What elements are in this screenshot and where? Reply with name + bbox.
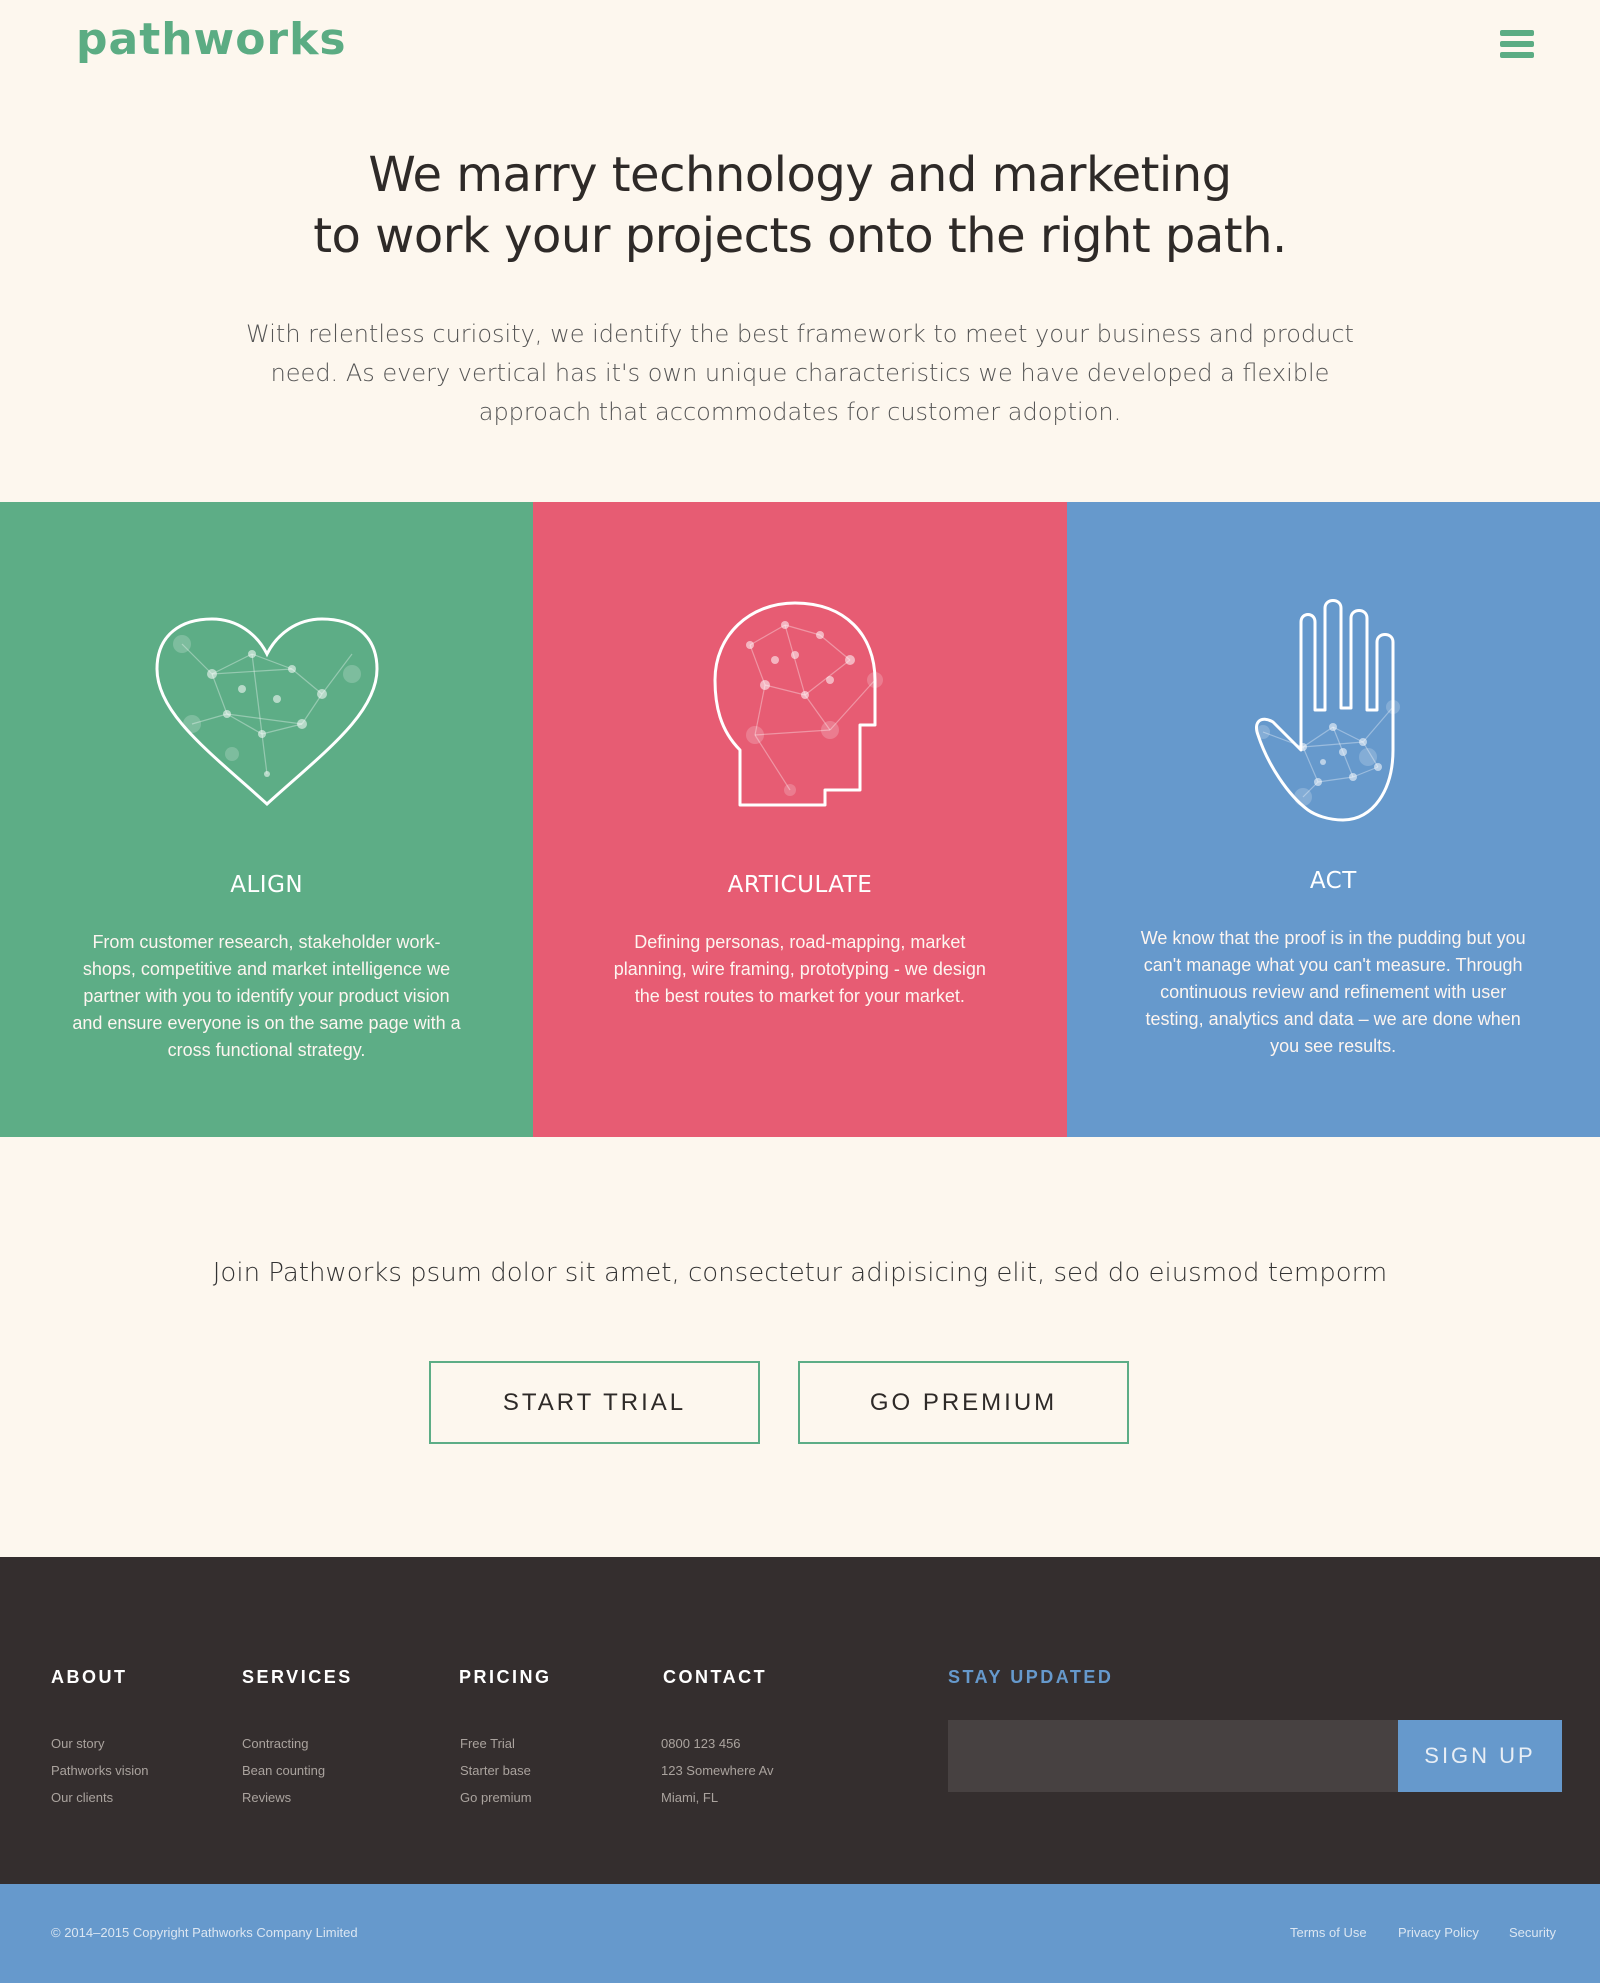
cta-text: Join Pathworks psum dolor sit amet, cons… [212,1258,1388,1288]
signup-button[interactable]: SIGN UP [1398,1720,1562,1792]
hamburger-menu-icon[interactable] [1500,30,1534,58]
hero-subtitle: With relentless curiosity, we identify t… [246,320,1354,426]
hero-title-line2: to work your projects onto the right pat… [313,208,1287,264]
footer-phone: 0800 123 456 [661,1736,741,1751]
footer-pricing-heading: PRICING [459,1667,552,1687]
copyright-text: © 2014–2015 Copyright Pathworks Company … [51,1925,358,1940]
feature-articulate: ARTICULATE Defining personas, road-mappi… [533,502,1067,1137]
heart-network-icon [155,617,379,807]
hero-title-line1: We marry technology and marketing [368,147,1232,203]
go-premium-button[interactable]: GO PREMIUM [798,1361,1129,1444]
site-footer: ABOUT Our story Pathworks vision Our cli… [0,1557,1600,1884]
footer-link-go-premium[interactable]: Go premium [460,1784,532,1811]
security-link[interactable]: Security [1509,1925,1556,1940]
hand-network-icon [1255,599,1401,822]
feature-align-title: ALIGN [230,872,304,898]
footer-about-links: Our story Pathworks vision Our clients [51,1730,149,1811]
feature-act-text: We know that the proof is in the pudding… [1140,928,1526,1056]
footer-link-bean-counting[interactable]: Bean counting [242,1757,325,1784]
footer-city: Miami, FL [661,1790,719,1805]
footer-address: 123 Somewhere Av [661,1763,774,1778]
logo[interactable]: pathworks [76,14,347,65]
footer-link-our-story[interactable]: Our story [51,1730,149,1757]
feature-articulate-text: Defining personas, road-mapping, market … [613,932,986,1006]
footer-about-heading: ABOUT [51,1667,128,1687]
footer-services-heading: SERVICES [242,1667,353,1687]
feature-articulate-title: ARTICULATE [727,872,873,898]
feature-act: ACT We know that the proof is in the pud… [1066,502,1600,1137]
privacy-policy-link[interactable]: Privacy Policy [1398,1925,1479,1940]
head-network-icon [713,601,883,807]
start-trial-button[interactable]: START TRIAL [429,1361,760,1444]
bottom-bar: © 2014–2015 Copyright Pathworks Company … [0,1884,1600,1983]
feature-align: ALIGN From customer research, stakeholde… [0,502,534,1137]
footer-link-pathworks-vision[interactable]: Pathworks vision [51,1757,149,1784]
footer-link-contracting[interactable]: Contracting [242,1730,325,1757]
feature-act-title: ACT [1309,868,1357,894]
newsletter-email-input[interactable] [948,1720,1398,1792]
footer-newsletter-heading: STAY UPDATED [948,1667,1114,1687]
footer-pricing-links: Free Trial Starter base Go premium [460,1730,532,1811]
footer-services-links: Contracting Bean counting Reviews [242,1730,325,1811]
footer-link-our-clients[interactable]: Our clients [51,1784,149,1811]
feature-align-text: From customer research, stakeholder work… [72,932,461,1060]
footer-contact-lines: 0800 123 456 123 Somewhere Av Miami, FL [661,1730,774,1811]
feature-columns: ALIGN From customer research, stakeholde… [0,502,1600,1137]
footer-contact-heading: CONTACT [663,1667,768,1687]
footer-link-free-trial[interactable]: Free Trial [460,1730,532,1757]
footer-link-starter-base[interactable]: Starter base [460,1757,532,1784]
terms-of-use-link[interactable]: Terms of Use [1290,1925,1367,1940]
site-header: pathworks [0,0,1600,100]
hero-title: We marry technology and marketing to wor… [0,145,1600,267]
footer-link-reviews[interactable]: Reviews [242,1784,325,1811]
